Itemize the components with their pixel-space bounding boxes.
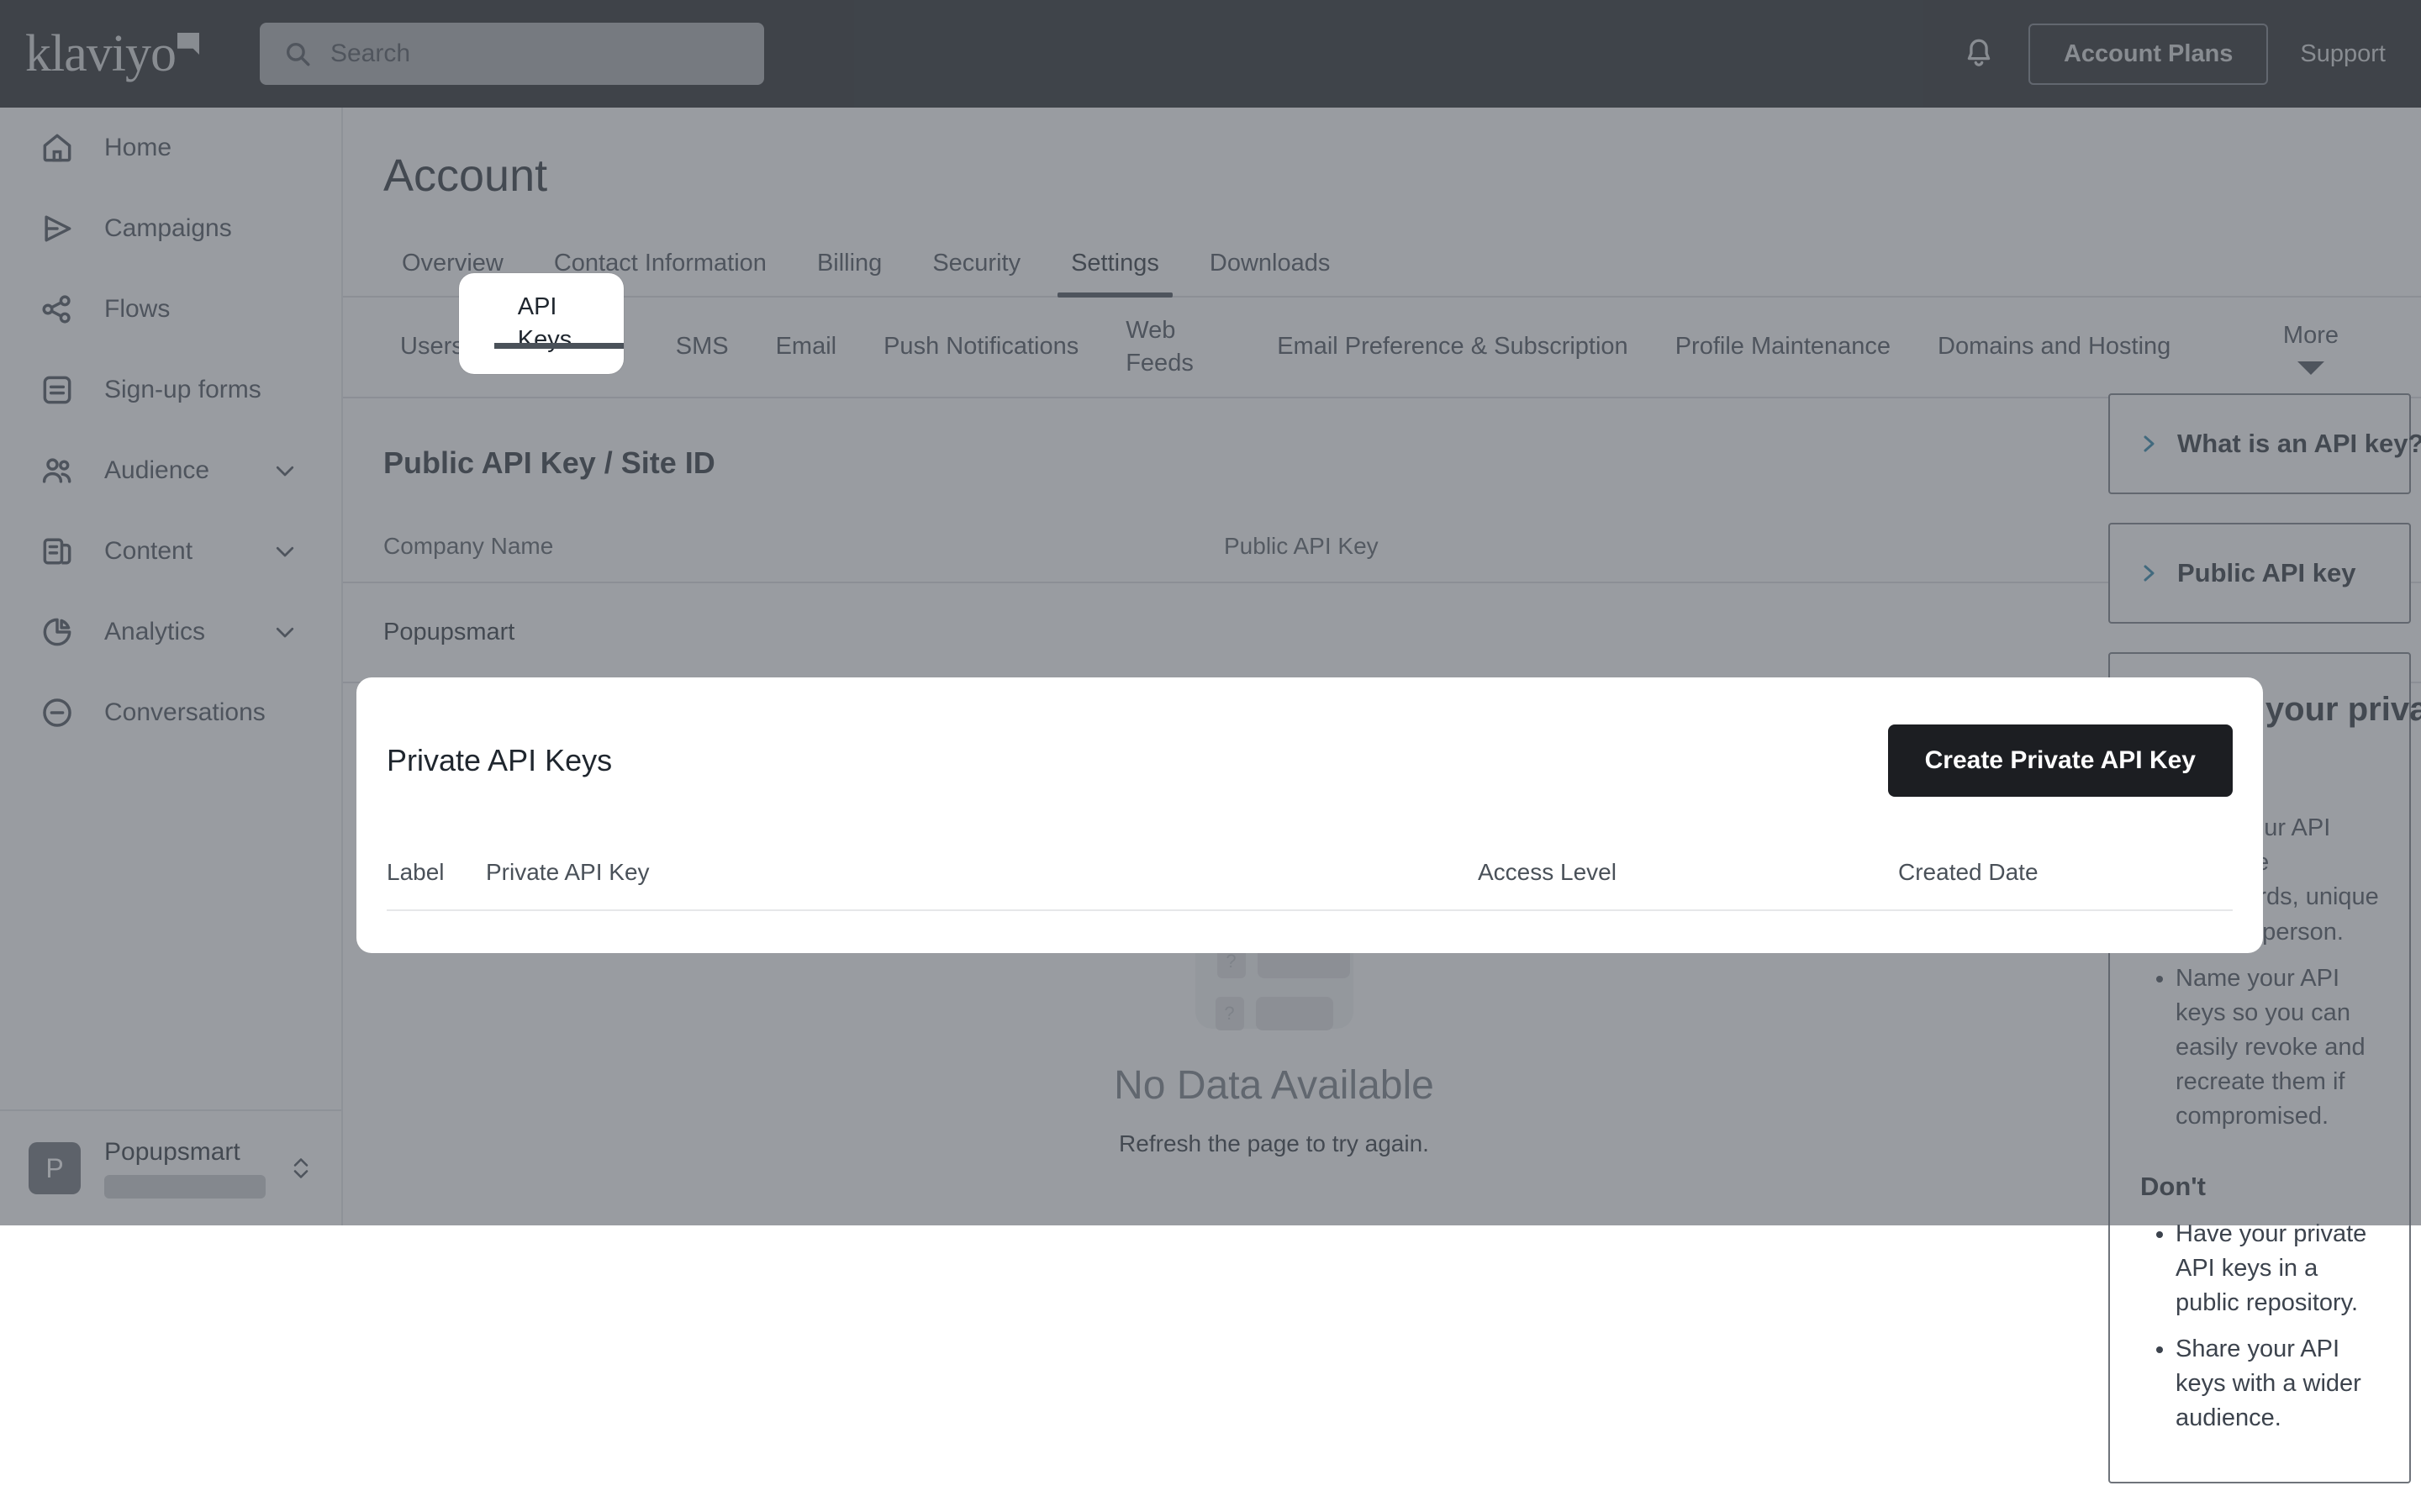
question-badge-icon: ?	[1216, 997, 1244, 1030]
sidebar-item-signup-forms[interactable]: Sign-up forms	[0, 350, 341, 430]
chat-icon	[39, 694, 76, 731]
protect-dont-list: Have your private API keys in a public r…	[2176, 1217, 2379, 1436]
tab-billing[interactable]: Billing	[792, 250, 907, 296]
sidebar-item-audience[interactable]: Audience	[0, 430, 341, 511]
column-access-level: Access Level	[1478, 859, 1898, 886]
people-icon	[39, 452, 76, 489]
form-icon	[39, 371, 76, 408]
list-item: Share your API keys with a wider audienc…	[2176, 1332, 2379, 1436]
subtab-domains-hosting[interactable]: Domains and Hosting	[1914, 330, 2194, 363]
primary-tabs: Overview Contact Information Billing Sec…	[343, 237, 2421, 298]
subtab-email-preference[interactable]: Email Preference & Subscription	[1253, 330, 1651, 363]
sidebar-label-audience: Audience	[104, 456, 209, 485]
tab-settings[interactable]: Settings	[1046, 250, 1184, 296]
help-toggle[interactable]: Public API key	[2139, 558, 2381, 588]
klaviyo-logo[interactable]: klaviyo	[25, 28, 199, 80]
page-title: Account	[343, 108, 2421, 202]
search-icon	[283, 40, 312, 68]
help-panel-what-is-api-key[interactable]: What is an API key?	[2108, 393, 2411, 494]
account-switcher[interactable]: P Popupsmart	[0, 1109, 341, 1225]
avatar: P	[29, 1142, 81, 1194]
app-root: klaviyo Search Account Plans Support	[0, 0, 2421, 1225]
sidebar-item-flows[interactable]: Flows	[0, 269, 341, 350]
search-input[interactable]: Search	[330, 40, 410, 68]
chevron-right-icon	[2139, 561, 2159, 586]
help-toggle-label: Public API key	[2177, 558, 2356, 588]
spotlight-api-keys-tab[interactable]: API Keys	[459, 273, 624, 374]
sidebar-item-analytics[interactable]: Analytics	[0, 592, 341, 672]
private-api-keys-title: Private API Keys	[387, 743, 612, 778]
column-private-key: Private API Key	[486, 859, 1478, 886]
sidebar-label-analytics: Analytics	[104, 618, 205, 646]
account-placeholder-bar	[104, 1175, 266, 1199]
chevron-right-icon	[2139, 431, 2159, 456]
subtab-email[interactable]: Email	[752, 330, 861, 363]
document-icon	[39, 533, 76, 570]
sidebar-item-content[interactable]: Content	[0, 511, 341, 592]
protect-dont-label: Don't	[2140, 1172, 2379, 1202]
sidebar-item-home[interactable]: Home	[0, 108, 341, 188]
card-header: Private API Keys Create Private API Key	[387, 677, 2233, 797]
chevron-down-icon[interactable]	[272, 539, 298, 564]
main-content: Account Overview Contact Information Bil…	[343, 108, 2421, 1225]
column-created-date: Created Date	[1898, 859, 2039, 886]
sidebar-label-flows: Flows	[104, 295, 170, 324]
sidebar-label-content: Content	[104, 537, 193, 566]
global-search[interactable]: Search	[260, 23, 764, 85]
pie-chart-icon	[39, 614, 76, 651]
support-link[interactable]: Support	[2300, 40, 2386, 68]
sidebar-label-signup-forms: Sign-up forms	[104, 376, 261, 404]
column-public-api-key: Public API Key	[1224, 533, 1379, 560]
help-toggle[interactable]: What is an API key?	[2139, 429, 2381, 459]
header-actions: Account Plans Support	[1961, 24, 2386, 85]
account-info: Popupsmart	[104, 1138, 266, 1199]
sidebar-item-campaigns[interactable]: Campaigns	[0, 188, 341, 269]
left-sidebar: Home Campaigns Flows	[0, 108, 343, 1225]
column-label: Label	[387, 859, 486, 886]
logo-flag-icon	[177, 33, 199, 55]
caret-down-icon	[2297, 361, 2324, 375]
empty-state-title: No Data Available	[1114, 1062, 1434, 1109]
paper-plane-icon	[39, 210, 76, 247]
spotlight-private-api-keys-card: Private API Keys Create Private API Key …	[356, 677, 2263, 953]
chevron-down-icon[interactable]	[272, 619, 298, 645]
tab-downloads[interactable]: Downloads	[1184, 250, 1355, 296]
logo-wordmark: klaviyo	[25, 28, 176, 80]
create-private-api-key-button[interactable]: Create Private API Key	[1888, 724, 2233, 797]
subtab-more-label: More	[2283, 319, 2339, 352]
sidebar-item-conversations[interactable]: Conversations	[0, 672, 341, 753]
bell-icon[interactable]	[1961, 36, 1996, 71]
top-header: klaviyo Search Account Plans Support	[0, 0, 2421, 108]
sidebar-label-conversations: Conversations	[104, 698, 266, 727]
help-panel-public-api-key[interactable]: Public API key	[2108, 523, 2411, 624]
active-tab-underline	[494, 343, 624, 349]
tab-security[interactable]: Security	[907, 250, 1046, 296]
sidebar-label-home: Home	[104, 134, 171, 162]
cell-company-name: Popupsmart	[383, 619, 1224, 646]
spotlight-tab-line2: Keys	[518, 324, 572, 356]
subtab-more[interactable]: More	[2260, 319, 2362, 374]
subtab-sms[interactable]: SMS	[652, 330, 752, 363]
share-nodes-icon	[39, 291, 76, 328]
chevron-up-down-icon[interactable]	[289, 1149, 313, 1188]
subtab-push-notifications[interactable]: Push Notifications	[860, 330, 1102, 363]
private-table-header: Label Private API Key Access Level Creat…	[387, 859, 2233, 911]
sidebar-label-campaigns: Campaigns	[104, 214, 232, 243]
secondary-tabs: Users API Keys SMS Email Push Notificati…	[343, 298, 2421, 398]
subtab-profile-maintenance[interactable]: Profile Maintenance	[1652, 330, 1914, 363]
account-name: Popupsmart	[104, 1138, 266, 1167]
empty-state-subtitle: Refresh the page to try again.	[1119, 1130, 1429, 1157]
help-toggle-label: What is an API key?	[2177, 429, 2421, 459]
chevron-down-icon[interactable]	[272, 458, 298, 483]
list-item: Name your API keys so you can easily rev…	[2176, 961, 2379, 1135]
account-plans-button[interactable]: Account Plans	[2028, 24, 2268, 85]
illo-bar	[1256, 997, 1333, 1030]
list-item: Have your private API keys in a public r…	[2176, 1217, 2379, 1321]
illo-row: ?	[1216, 997, 1333, 1030]
column-company-name: Company Name	[383, 533, 1224, 560]
spotlight-tab-line1: API	[518, 291, 572, 324]
home-icon	[39, 129, 76, 166]
subtab-web-feeds[interactable]: Web Feeds	[1102, 314, 1253, 380]
